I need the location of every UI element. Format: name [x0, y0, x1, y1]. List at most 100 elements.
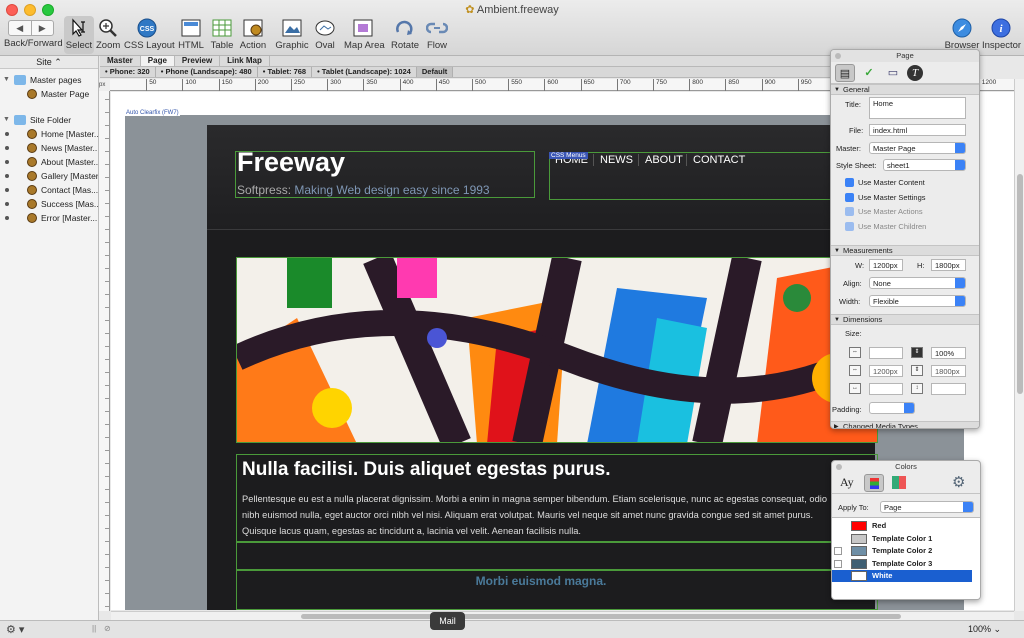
page-gear-icon — [27, 185, 37, 195]
max-height-field[interactable] — [931, 383, 966, 395]
vertical-scrollbar[interactable] — [1014, 79, 1024, 611]
media-type-tab[interactable]: • Phone (Landscape): 480 — [156, 67, 258, 77]
site-panel-header[interactable]: Site ⌃ — [0, 56, 98, 69]
inspector-button[interactable]: i Inspector — [982, 16, 1021, 54]
ruler-mark: 100 — [182, 79, 196, 91]
media-type-tab[interactable]: • Phone: 320 — [100, 67, 156, 77]
tree-page-item[interactable]: Home [Master... — [0, 127, 98, 141]
window-icon[interactable]: ▭ — [883, 64, 903, 82]
media-type-tab[interactable]: Default — [416, 67, 454, 77]
tree-master-pages[interactable]: ▼ Master pages — [0, 73, 98, 87]
color-swatch-row[interactable]: Template Color 3 — [832, 558, 972, 570]
ruler-corner: px — [99, 79, 110, 91]
tree-page-item[interactable]: Success [Mas... — [0, 197, 98, 211]
media-type-tab[interactable]: • Tablet: 768 — [258, 67, 313, 77]
tab-preview[interactable]: Preview — [175, 56, 221, 66]
tab-page[interactable]: Page — [140, 56, 175, 66]
colors-close-icon[interactable] — [836, 464, 842, 470]
map-area-tool-button[interactable]: Map Area — [344, 16, 385, 54]
text-color-icon[interactable]: Ay — [840, 475, 854, 490]
select-tool-button[interactable]: Select — [64, 16, 94, 54]
rotate-tool-button[interactable]: Rotate — [390, 16, 420, 54]
use-master-content-checkbox[interactable] — [845, 178, 854, 187]
color-swatch-row[interactable]: Template Color 1 — [832, 533, 972, 545]
site-tagline: Softpress: Making Web design easy since … — [237, 183, 490, 197]
text-style-icon[interactable]: T — [907, 65, 923, 81]
disclosure-down-icon[interactable]: ▼ — [3, 113, 10, 127]
oval-tool-button[interactable]: Oval — [312, 16, 338, 54]
zoom-menu[interactable]: 100% ⌄ — [968, 624, 1001, 635]
back-icon[interactable]: ◀ — [9, 21, 31, 35]
horizontal-scroll-thumb[interactable] — [301, 614, 901, 619]
graphic-tool-button[interactable]: Graphic — [274, 16, 310, 54]
padding-select[interactable] — [869, 402, 915, 414]
min-height-field[interactable]: 100% — [931, 347, 966, 359]
tree-page-item[interactable]: Error [Master... — [0, 211, 98, 225]
page-doc-icon[interactable]: ▤ — [835, 64, 855, 82]
swatch-grid-icon[interactable] — [892, 476, 906, 489]
inspector-titlebar[interactable]: Page — [831, 50, 979, 62]
color-swatch-row[interactable]: White — [832, 570, 972, 582]
disclosure-down-icon[interactable]: ▼ — [3, 73, 10, 87]
apply-to-select[interactable]: Page — [880, 501, 974, 513]
zoom-tool-button[interactable]: Zoom — [96, 16, 120, 54]
table-tool-button[interactable]: Table — [208, 16, 236, 54]
tree-page-item[interactable]: About [Master... — [0, 155, 98, 169]
tab-master[interactable]: Master — [100, 56, 141, 66]
media-type-tab[interactable]: • Tablet (Landscape): 1024 — [312, 67, 417, 77]
changed-media-types-header[interactable]: Changed Media Types — [831, 421, 979, 428]
title-field[interactable]: Home — [869, 97, 966, 119]
master-select[interactable]: Master Page — [869, 142, 966, 154]
colors-titlebar[interactable]: Colors — [832, 461, 980, 472]
general-section-header[interactable]: General — [831, 84, 979, 95]
back-forward-control[interactable]: ◀ ▶ — [8, 20, 54, 36]
tree-master-page[interactable]: Master Page — [0, 87, 98, 101]
ruler-tick — [105, 476, 110, 477]
checkmark-icon[interactable]: ✓ — [859, 64, 879, 82]
tree-page-item[interactable]: Contact [Mas... — [0, 183, 98, 197]
use-master-children-checkbox[interactable] — [845, 222, 854, 231]
vertical-scroll-thumb[interactable] — [1017, 174, 1023, 394]
width-dim-field[interactable]: 1200px — [869, 365, 903, 377]
dimensions-section-header[interactable]: Dimensions — [831, 314, 979, 325]
forward-icon[interactable]: ▶ — [30, 21, 54, 35]
use-master-settings-checkbox[interactable] — [845, 193, 854, 202]
gear-icon[interactable]: ⚙ — [952, 473, 965, 491]
hero-image[interactable] — [236, 257, 878, 443]
align-select[interactable]: None — [869, 277, 966, 289]
gear-menu-icon[interactable]: ⚙ ▾ — [6, 623, 24, 636]
nav-item-about[interactable]: ABOUT — [638, 154, 689, 166]
paint-splatter-image — [237, 258, 877, 442]
inspector-close-icon[interactable] — [835, 53, 841, 59]
use-master-actions-checkbox[interactable] — [845, 207, 854, 216]
color-swatch-row[interactable]: Template Color 2 — [832, 545, 972, 557]
html-tool-button[interactable]: HTML — [176, 16, 206, 54]
css-layout-tool-button[interactable]: CSS CSS Layout — [124, 16, 175, 54]
tree-page-item[interactable]: Gallery [Master... — [0, 169, 98, 183]
height-field[interactable]: 1800px — [931, 259, 966, 271]
max-width-field[interactable] — [869, 383, 903, 395]
measurements-section-header[interactable]: Measurements — [831, 245, 979, 256]
color-checkbox[interactable] — [834, 559, 842, 568]
tree-page-item[interactable]: News [Master... — [0, 141, 98, 155]
content-sub-box[interactable] — [236, 542, 878, 570]
colors-title: Colors — [895, 462, 917, 471]
action-tool-button[interactable]: Action — [238, 16, 268, 54]
ruler-tick — [105, 385, 110, 386]
flow-tool-button[interactable]: Flow — [424, 16, 450, 54]
color-swatch-row[interactable]: Red — [832, 520, 972, 532]
tab-link-map[interactable]: Link Map — [220, 56, 270, 66]
width-field[interactable]: 1200px — [869, 259, 903, 271]
swatch-list-icon[interactable] — [864, 474, 884, 492]
link-icon[interactable]: ⊘ — [104, 624, 111, 633]
width-mode-select[interactable]: Flexible — [869, 295, 966, 307]
height-dim-field[interactable]: 1800px — [931, 365, 966, 377]
min-width-field[interactable] — [869, 347, 903, 359]
nav-item-contact[interactable]: CONTACT — [686, 154, 751, 166]
tree-site-folder[interactable]: ▼ Site Folder — [0, 113, 98, 127]
horizontal-scrollbar[interactable] — [111, 611, 1014, 620]
nav-item-news[interactable]: NEWS — [593, 154, 639, 166]
file-field[interactable]: index.html — [869, 124, 966, 136]
stylesheet-select[interactable]: sheet1 — [883, 159, 966, 171]
color-checkbox[interactable] — [834, 547, 842, 555]
